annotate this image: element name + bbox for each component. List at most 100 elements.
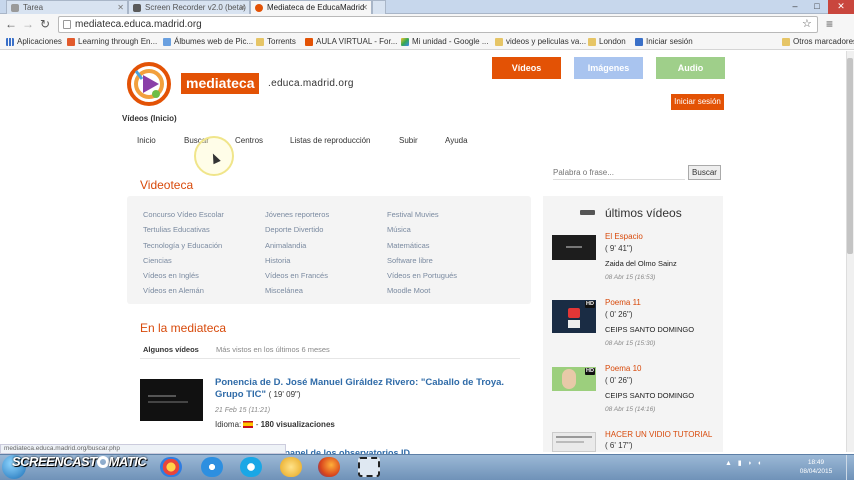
site-logo-domain: .educa.madrid.org xyxy=(268,78,354,89)
featured-video-thumbnail[interactable] xyxy=(140,379,203,421)
latest-video-duration: ( 0' 26") xyxy=(605,310,633,319)
system-tray-icons[interactable]: ▲▮◗◐ xyxy=(725,459,783,473)
forward-icon[interactable]: → xyxy=(22,15,34,33)
chrome-menu-icon[interactable]: ≡ xyxy=(826,15,833,33)
bookmark-iniciar-sesion[interactable]: Iniciar sesión xyxy=(635,35,693,49)
bookmark-apps[interactable]: Aplicaciones xyxy=(6,35,62,49)
close-tab-icon[interactable]: ✕ xyxy=(239,1,246,14)
videoteca-link[interactable]: Vídeos en Portugués xyxy=(387,271,457,280)
latest-video-thumbnail[interactable]: HD xyxy=(552,300,596,333)
videoteca-link[interactable]: Vídeos en Inglés xyxy=(143,271,199,280)
videoteca-link[interactable]: Miscelánea xyxy=(265,286,303,295)
videoteca-link[interactable]: Historia xyxy=(265,256,290,265)
taskbar-app-icon[interactable] xyxy=(280,457,302,477)
nav-listas-reproduccion[interactable]: Listas de reproducción xyxy=(290,136,371,145)
latest-video-title[interactable]: Poema 10 xyxy=(605,364,641,373)
back-icon[interactable]: ← xyxy=(5,15,17,33)
nav-inicio[interactable]: Inicio xyxy=(137,136,156,145)
hd-badge: HD xyxy=(585,301,595,308)
videoteca-link[interactable]: Matemáticas xyxy=(387,241,430,250)
bookmark-favicon-icon xyxy=(635,38,643,46)
bookmark-london[interactable]: London xyxy=(588,35,626,49)
tab-favicon-icon xyxy=(255,4,263,12)
page-breadcrumb: Vídeos (Inicio) xyxy=(122,114,177,123)
internet-explorer-icon[interactable] xyxy=(201,457,223,477)
videoteca-link[interactable]: Música xyxy=(387,225,411,234)
latest-video-thumbnail[interactable]: HD xyxy=(552,367,596,391)
hd-badge: HD xyxy=(585,368,595,375)
featured-video-date: 21 Feb 15 (11:21) xyxy=(215,407,271,414)
bookmark-albumes[interactable]: Álbumes web de Pic... xyxy=(163,35,253,49)
videoteca-link[interactable]: Deporte Divertido xyxy=(265,225,323,234)
search-button[interactable]: Buscar xyxy=(688,165,721,180)
close-tab-icon[interactable]: ✕ xyxy=(117,1,124,14)
videoteca-link[interactable]: Software libre xyxy=(387,256,433,265)
bookmark-favicon-icon xyxy=(305,38,313,46)
login-button[interactable]: Iniciar sesión xyxy=(671,94,724,110)
latest-video-date: 08 Abr 15 (15:30) xyxy=(605,340,656,347)
bookmark-videos-peliculas[interactable]: videos y peliculas va... xyxy=(495,35,586,49)
spain-flag-icon xyxy=(243,421,254,428)
reload-icon[interactable]: ↻ xyxy=(40,15,50,33)
latest-video-duration: ( 6' 17") xyxy=(605,441,633,450)
taskbar-clock[interactable]: 18:49 08/04/2015 xyxy=(790,458,842,476)
videoteca-link[interactable]: Festival Muvies xyxy=(387,210,439,219)
site-logo-word[interactable]: mediateca xyxy=(181,73,260,94)
search-input[interactable] xyxy=(553,165,685,180)
minimize-window-icon[interactable]: – xyxy=(784,0,806,14)
videoteca-link[interactable]: Tertulias Educativas xyxy=(143,225,210,234)
latest-video-title[interactable]: Poema 11 xyxy=(605,298,641,307)
show-desktop-button[interactable] xyxy=(846,455,854,480)
new-tab-button[interactable] xyxy=(372,0,386,14)
videoteca-link[interactable]: Moodle Moot xyxy=(387,286,430,295)
tab-label: Screen Recorder v2.0 (beta) xyxy=(145,3,246,12)
bookmark-learning[interactable]: Learning through En... xyxy=(67,35,157,49)
latest-video-title[interactable]: El Espacio xyxy=(605,232,643,241)
videoteca-link[interactable]: Tecnología y Educación xyxy=(143,241,222,250)
firefox-icon[interactable] xyxy=(318,457,340,477)
videoteca-link[interactable]: Ciencias xyxy=(143,256,172,265)
snipping-tool-icon[interactable] xyxy=(358,457,380,477)
mediateca-logo-icon[interactable] xyxy=(126,61,172,107)
bookmark-torrents[interactable]: Torrents xyxy=(256,35,296,49)
latest-video-title[interactable]: HACER UN VIDIO TUTORIAL xyxy=(605,430,712,439)
audio-category-button[interactable]: Audio xyxy=(656,57,725,79)
taskbar-app-icon[interactable] xyxy=(160,457,182,477)
bookmark-mi-unidad[interactable]: Mi unidad - Google ... xyxy=(401,35,488,49)
maximize-window-icon[interactable]: □ xyxy=(806,0,828,14)
browser-tab-tarea[interactable]: Tarea ✕ xyxy=(6,0,128,14)
imagenes-category-button[interactable]: Imágenes xyxy=(574,57,643,79)
latest-video-author[interactable]: CEIPS SANTO DOMINGO xyxy=(605,391,694,400)
tab-algunos-videos[interactable]: Algunos vídeos xyxy=(143,345,199,354)
bookmark-other[interactable]: Otros marcadores xyxy=(782,35,854,49)
bookmark-star-icon[interactable]: ☆ xyxy=(802,16,812,32)
scrollbar-thumb[interactable] xyxy=(847,58,853,254)
latest-video-thumbnail[interactable] xyxy=(552,432,596,452)
videoteca-link[interactable]: Animalandia xyxy=(265,241,306,250)
videoteca-link[interactable]: Vídeos en Francés xyxy=(265,271,328,280)
nav-subir[interactable]: Subir xyxy=(399,136,418,145)
idioma-label: Idioma: xyxy=(215,420,242,429)
latest-video-thumbnail[interactable] xyxy=(552,235,596,260)
close-tab-icon[interactable]: ✕ xyxy=(361,1,368,14)
skype-icon[interactable] xyxy=(240,457,262,477)
featured-video-title[interactable]: Ponencia de D. José Manuel Giráldez Rive… xyxy=(215,377,520,401)
latest-videos-heading: últimos vídeos xyxy=(605,206,682,220)
bookmark-aula-virtual[interactable]: AULA VIRTUAL - For... xyxy=(305,35,397,49)
latest-video-author[interactable]: Zaida del Olmo Sainz xyxy=(605,259,677,268)
nav-centros[interactable]: Centros xyxy=(235,136,263,145)
latest-video-author[interactable]: CEIPS SANTO DOMINGO xyxy=(605,325,694,334)
nav-ayuda[interactable]: Ayuda xyxy=(445,136,468,145)
address-bar[interactable]: mediateca.educa.madrid.org xyxy=(58,16,818,33)
tabs-divider xyxy=(140,358,520,359)
tab-mas-vistos[interactable]: Más vistos en los últimos 6 meses xyxy=(216,345,330,354)
browser-tab-mediateca[interactable]: Mediateca de EducaMadrid ✕ xyxy=(250,0,372,14)
tab-label: Mediateca de EducaMadrid xyxy=(267,3,365,12)
videoteca-link[interactable]: Concurso Vídeo Escolar xyxy=(143,210,224,219)
close-window-icon[interactable]: ✕ xyxy=(828,0,854,14)
videoteca-link[interactable]: Vídeos en Alemán xyxy=(143,286,204,295)
film-icon xyxy=(580,210,595,215)
videoteca-link[interactable]: Jóvenes reporteros xyxy=(265,210,329,219)
browser-tab-screen-recorder[interactable]: Screen Recorder v2.0 (beta) ✕ xyxy=(128,0,250,14)
videos-category-button[interactable]: Vídeos xyxy=(492,57,561,79)
